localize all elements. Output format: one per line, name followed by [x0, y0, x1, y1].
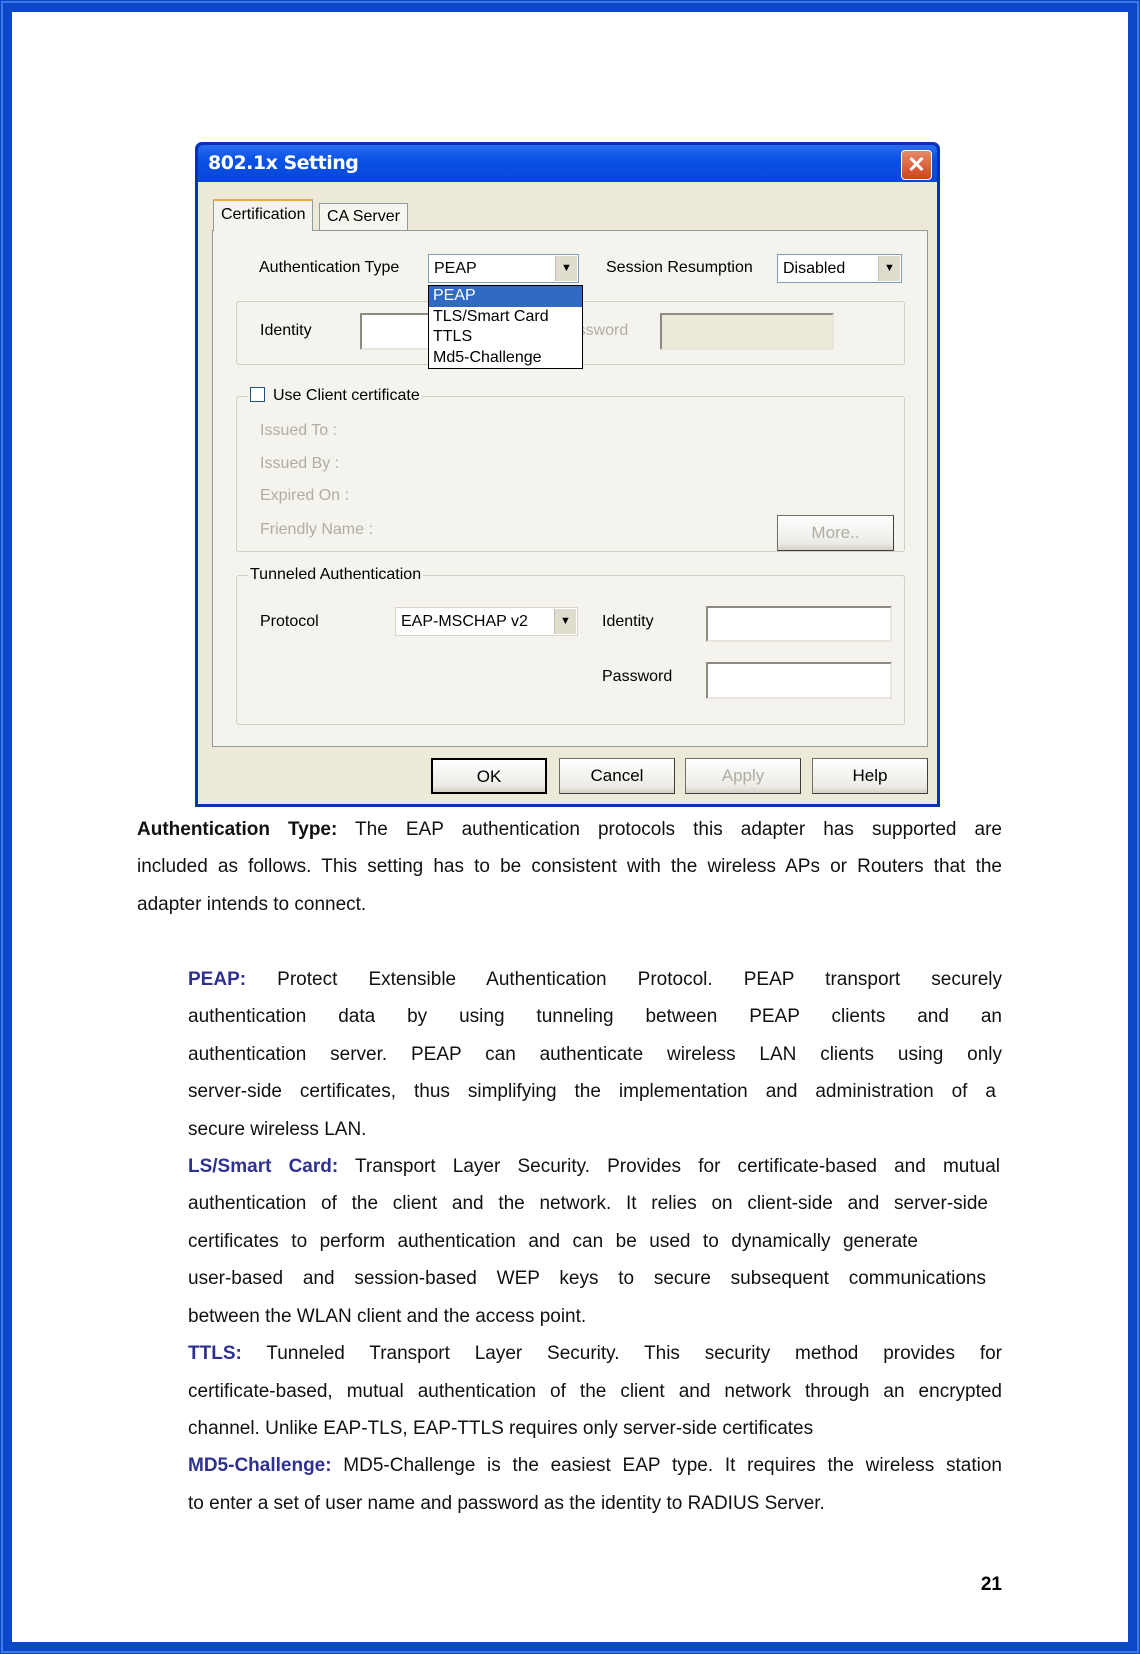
- friendly-name-label: Friendly Name :: [260, 521, 373, 538]
- auth-type-select[interactable]: PEAP ▼: [428, 254, 579, 283]
- apply-button[interactable]: Apply: [685, 758, 801, 794]
- dialog-802-1x-setting: 802.1x Setting ✕ Certification CA Server…: [195, 142, 940, 807]
- ok-button[interactable]: OK: [431, 758, 547, 794]
- auth-type-heading: Authentication Type:: [137, 819, 338, 840]
- text-line: server-side certificates, thus simplifyi…: [188, 1081, 996, 1103]
- use-client-certificate-label: Use Client certificate: [273, 387, 420, 404]
- chevron-down-icon[interactable]: ▼: [878, 256, 900, 281]
- use-client-certificate[interactable]: Use Client certificate: [248, 386, 422, 406]
- text-line: included as follows. This setting has to…: [137, 856, 1002, 878]
- text-line: authentication server. PEAP can authenti…: [188, 1043, 1002, 1065]
- text-line: Authentication Type: The EAP authenticat…: [137, 811, 1002, 848]
- tab-certification[interactable]: Certification: [213, 199, 314, 231]
- identity-label: Identity: [260, 322, 312, 339]
- more-button[interactable]: More..: [777, 515, 894, 551]
- option-tls-smart-card[interactable]: TLS/Smart Card: [429, 307, 582, 328]
- issued-by-label: Issued By :: [260, 455, 340, 472]
- protocol-label: Protocol: [260, 613, 319, 630]
- protocol-select[interactable]: EAP-MSCHAP v2 ▼: [395, 607, 578, 636]
- text-line: secure wireless LAN.: [188, 1118, 367, 1140]
- protocol-value: EAP-MSCHAP v2: [401, 613, 528, 630]
- md5-heading: MD5-Challenge:: [188, 1455, 332, 1477]
- text-line: adapter intends to connect.: [137, 893, 367, 915]
- peap-heading: PEAP:: [188, 968, 247, 990]
- chevron-down-icon[interactable]: ▼: [554, 609, 576, 634]
- tunneled-authentication-label: Tunneled Authentication: [248, 565, 424, 585]
- tunneled-authentication-group: [236, 575, 905, 725]
- text-span: Transport Layer Security. Provides for c…: [338, 1155, 1001, 1177]
- expired-on-label: Expired On :: [260, 487, 349, 504]
- option-peap[interactable]: PEAP: [429, 286, 582, 307]
- auth-type-value: PEAP: [434, 260, 477, 277]
- tls-heading: LS/Smart Card:: [188, 1155, 339, 1177]
- text-line: user-based and session-based WEP keys to…: [188, 1268, 986, 1290]
- auth-type-dropdown-list: PEAP TLS/Smart Card TTLS Md5-Challenge: [428, 285, 583, 369]
- tunneled-password-label: Password: [602, 668, 673, 685]
- auth-type-label: Authentication Type: [259, 259, 400, 276]
- session-resumption-label: Session Resumption: [606, 259, 753, 276]
- text-line: LS/Smart Card: Transport Layer Security.…: [188, 1148, 1000, 1185]
- text-span: Protect Extensible Authentication Protoc…: [246, 968, 1002, 990]
- chevron-down-icon[interactable]: ▼: [555, 256, 577, 281]
- session-resumption-select[interactable]: Disabled ▼: [777, 254, 902, 283]
- text-line: MD5-Challenge: MD5-Challenge is the easi…: [188, 1447, 1002, 1484]
- option-md5-challenge[interactable]: Md5-Challenge: [429, 348, 582, 369]
- text-line: channel. Unlike EAP-TLS, EAP-TTLS requir…: [188, 1418, 814, 1439]
- ttls-heading: TTLS:: [188, 1343, 242, 1365]
- text-line: to enter a set of user name and password…: [188, 1492, 825, 1514]
- text-span: Tunneled Transport Layer Security. This …: [241, 1343, 1002, 1365]
- help-button[interactable]: Help: [812, 758, 928, 794]
- page-number: 21: [980, 1574, 1002, 1595]
- text-span: MD5-Challenge is the easiest EAP type. I…: [331, 1455, 1002, 1477]
- session-resumption-value: Disabled: [783, 260, 846, 277]
- tab-ca-server[interactable]: CA Server: [319, 203, 408, 230]
- dialog-body: Certification CA Server Authentication T…: [198, 182, 937, 804]
- text-line: authentication of the client and the net…: [188, 1193, 988, 1215]
- tunneled-password-input[interactable]: [706, 662, 892, 699]
- text-line: certificate-based, mutual authentication…: [188, 1380, 1002, 1402]
- password-input[interactable]: [660, 313, 834, 350]
- text-line: certificates to perform authentication a…: [188, 1230, 918, 1252]
- tunneled-identity-label: Identity: [602, 613, 654, 630]
- body-text: Authentication Type: The EAP authenticat…: [137, 811, 1002, 1522]
- close-icon[interactable]: ✕: [901, 150, 932, 180]
- text-line: PEAP: Protect Extensible Authentication …: [188, 961, 1002, 998]
- text-line: between the WLAN client and the access p…: [188, 1305, 587, 1327]
- text-line: authentication data by using tunneling b…: [188, 1006, 1002, 1028]
- dialog-title: 802.1x Setting: [198, 145, 937, 182]
- issued-to-label: Issued To :: [260, 422, 338, 439]
- text-span: The EAP authentication protocols this ad…: [337, 819, 1002, 840]
- cancel-button[interactable]: Cancel: [559, 758, 675, 794]
- checkbox-icon[interactable]: [250, 387, 265, 402]
- option-ttls[interactable]: TTLS: [429, 327, 582, 348]
- text-line: TTLS: Tunneled Transport Layer Security.…: [188, 1335, 1002, 1372]
- tunneled-identity-input[interactable]: [706, 606, 892, 642]
